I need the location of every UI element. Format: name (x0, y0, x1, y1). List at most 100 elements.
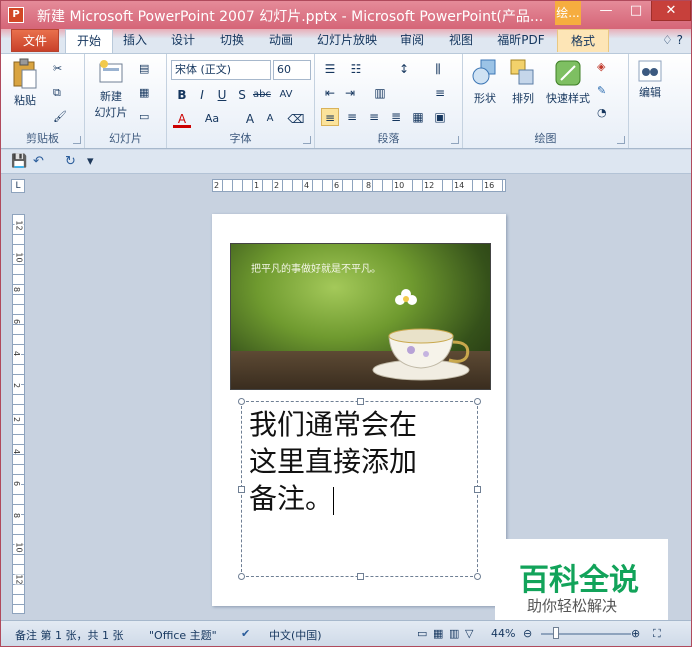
copy-icon[interactable]: ⧉ (53, 86, 61, 100)
paste-button[interactable]: 粘贴 (7, 58, 43, 108)
char-spacing-icon[interactable]: AV (277, 86, 295, 104)
edit-button[interactable]: 编辑 (633, 58, 667, 100)
tab-file[interactable]: 文件 (11, 29, 59, 52)
maximize-button[interactable]: □ (621, 1, 651, 21)
shapes-button[interactable]: 形状 (467, 58, 503, 106)
increase-indent-icon[interactable]: ⇥ (341, 84, 359, 102)
section-icon[interactable]: ▭ (139, 110, 149, 123)
hruler-label: 1 (253, 180, 261, 191)
font-color-icon[interactable]: A (173, 110, 191, 128)
font-name-select[interactable]: 宋体 (正文) (171, 60, 271, 80)
format-painter-icon[interactable]: 🖌 (53, 110, 67, 123)
tab-animations[interactable]: 动画 (261, 29, 301, 52)
smartart-icon[interactable]: ▣ (431, 108, 449, 126)
align-right-icon[interactable]: ≡ (365, 108, 383, 126)
arrange-button[interactable]: 排列 (505, 58, 541, 106)
italic-icon[interactable]: I (193, 86, 211, 104)
resize-handle[interactable] (474, 573, 481, 580)
zoom-slider-thumb[interactable] (553, 627, 559, 639)
paragraph-launcher-icon[interactable] (451, 136, 459, 144)
font-group: 宋体 (正文) 60 B I U S abc AV A Aa A A ⌫ 字体 (167, 54, 315, 148)
resize-handle[interactable] (474, 398, 481, 405)
tab-review[interactable]: 审阅 (392, 29, 432, 52)
tab-transitions[interactable]: 切换 (212, 29, 252, 52)
resize-handle[interactable] (238, 486, 245, 493)
spellcheck-icon[interactable]: ✔ (241, 627, 250, 640)
numbering-icon[interactable]: ☷ (347, 60, 365, 78)
powerpoint-app-icon[interactable]: P (8, 7, 24, 23)
quick-styles-button[interactable]: 快速样式 (543, 58, 593, 106)
change-case-icon[interactable]: Aa (203, 110, 221, 128)
resize-handle[interactable] (238, 398, 245, 405)
shape-outline-icon[interactable]: ✎ (597, 84, 606, 97)
notes-placeholder[interactable]: 我们通常会在 这里直接添加 备注。 (238, 398, 481, 580)
new-slide-button[interactable]: 新建 幻灯片 (89, 58, 133, 120)
strikethrough-icon[interactable]: abc (253, 86, 271, 104)
shadow-icon[interactable]: S (233, 86, 251, 104)
minimize-button[interactable]: — (591, 1, 621, 21)
align-center-icon[interactable]: ≡ (343, 108, 361, 126)
grow-font-icon[interactable]: A (241, 110, 259, 128)
undo-icon[interactable]: ↶ (33, 154, 44, 169)
bold-icon[interactable]: B (173, 86, 191, 104)
shapes-icon (472, 59, 496, 85)
resize-handle[interactable] (357, 573, 364, 580)
drawing-launcher-icon[interactable] (617, 136, 625, 144)
columns-icon[interactable]: ▥ (371, 84, 389, 102)
tab-design[interactable]: 设计 (163, 29, 203, 52)
distributed-icon[interactable]: ▦ (409, 108, 427, 126)
align-text-icon[interactable]: ≡ (431, 84, 449, 102)
help-icon[interactable]: ♢ ? (662, 33, 683, 47)
cut-icon[interactable]: ✂ (53, 62, 62, 75)
slide-thumbnail[interactable]: 把平凡的事做好就是不平凡。 (230, 243, 491, 390)
language-indicator[interactable]: 中文(中国) (269, 627, 322, 643)
justify-icon[interactable]: ≣ (387, 108, 405, 126)
layout-icon[interactable]: ▤ (139, 62, 149, 75)
underline-icon[interactable]: U (213, 86, 231, 104)
decrease-indent-icon[interactable]: ⇤ (321, 84, 339, 102)
bullets-icon[interactable]: ☰ (321, 60, 339, 78)
tab-insert[interactable]: 插入 (115, 29, 155, 52)
paste-label: 粘贴 (14, 94, 36, 107)
tab-format[interactable]: 格式 (557, 29, 609, 52)
zoom-out-icon[interactable]: ⊖ (523, 627, 532, 640)
text-direction-icon[interactable]: ⫼ (429, 60, 447, 78)
window-title: 新建 Microsoft PowerPoint 2007 幻灯片.pptx - … (37, 9, 544, 25)
redo-icon[interactable]: ↻ (65, 154, 76, 169)
tab-slideshow[interactable]: 幻灯片放映 (313, 29, 381, 52)
customize-qat-icon[interactable]: ▾ (87, 154, 94, 169)
shape-fill-icon[interactable]: ◈ (597, 60, 605, 73)
tab-selector[interactable]: L (11, 179, 25, 193)
slideshow-view-icon[interactable]: ▽ (465, 627, 473, 640)
reset-icon[interactable]: ▦ (139, 86, 149, 99)
normal-view-icon[interactable]: ▭ (417, 627, 427, 640)
shrink-font-icon[interactable]: A (261, 110, 279, 128)
shape-effects-icon[interactable]: ◔ (597, 106, 607, 119)
resize-handle[interactable] (357, 398, 364, 405)
vertical-ruler-ticks (13, 215, 24, 613)
zoom-in-icon[interactable]: ⊕ (631, 627, 640, 640)
font-launcher-icon[interactable] (303, 136, 311, 144)
clipboard-launcher-icon[interactable] (73, 136, 81, 144)
line-spacing-icon[interactable]: ↕ (395, 60, 413, 78)
tab-home[interactable]: 开始 (65, 29, 113, 53)
tab-foxit-pdf[interactable]: 福昕PDF (491, 29, 551, 52)
resize-handle[interactable] (238, 573, 245, 580)
tab-view[interactable]: 视图 (441, 29, 481, 52)
clear-format-icon[interactable]: ⌫ (287, 110, 305, 128)
new-slide-label: 新建 (100, 90, 122, 103)
save-icon[interactable]: 💾 (11, 154, 27, 169)
zoom-level[interactable]: 44% (491, 627, 515, 640)
align-left-icon[interactable]: ≡ (321, 108, 339, 126)
notes-text[interactable]: 我们通常会在 这里直接添加 备注。 (249, 406, 471, 517)
theme-name[interactable]: "Office 主题" (149, 627, 217, 643)
reading-view-icon[interactable]: ▥ (449, 627, 459, 640)
horizontal-ruler[interactable]: 2 1 2 4 6 8 10 12 14 16 (212, 179, 506, 192)
vertical-ruler[interactable]: 12 10 8 6 4 2 2 4 6 8 10 12 (12, 214, 25, 614)
resize-handle[interactable] (474, 486, 481, 493)
fit-to-window-icon[interactable]: ⛶ (653, 627, 661, 641)
font-size-select[interactable]: 60 (273, 60, 311, 80)
close-button[interactable]: ✕ (651, 1, 691, 21)
notes-line: 这里直接添加 (249, 445, 418, 478)
slide-sorter-icon[interactable]: ▦ (433, 627, 443, 640)
